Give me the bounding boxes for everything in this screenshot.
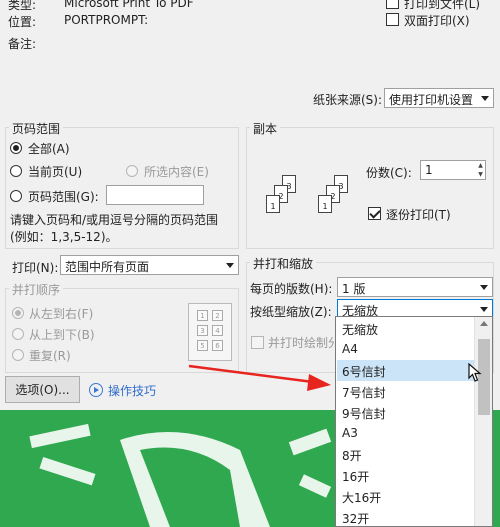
collate-label: 逐份打印(T) [386,208,451,222]
printer-location-value: PORTPROMPT: [64,13,149,27]
range-selection-label: 所选内容(E) [144,165,209,179]
mouse-cursor-icon [468,363,482,382]
order-top-bottom-label: 从上到下(B) [29,328,95,342]
dropdown-item[interactable]: A3 [342,426,358,440]
order-repeat-label: 重复(R) [29,349,71,363]
print-to-file-checkbox[interactable] [386,0,399,9]
dropdown-item[interactable]: 9号信封 [342,405,386,422]
print-to-file-label: 打印到文件(L) [404,0,481,11]
red-arrow-icon [188,364,331,391]
print-order-title: 并打顺序 [9,281,64,298]
order-left-right-radio [12,307,24,319]
range-all-label: 全部(A) [28,142,70,156]
copies-title: 副本 [250,120,281,137]
tips-link[interactable]: 操作技巧 [108,382,156,399]
printer-type-label: 类型: [8,0,37,12]
dropdown-item[interactable]: 7号信封 [342,384,386,401]
range-selection-radio [126,165,138,177]
paper-source-value: 使用打印机设置 [389,93,474,107]
paper-source-select[interactable]: 使用打印机设置 [384,88,494,108]
page-range-input[interactable] [106,185,204,205]
order-repeat-radio [12,349,24,361]
printer-comment-label: 备注: [8,37,37,51]
range-current-label: 当前页(U) [28,165,83,179]
dropdown-item[interactable]: 无缩放 [342,321,378,338]
collate-checkbox[interactable] [368,207,381,220]
chevron-down-icon [480,307,488,312]
scroll-up-icon[interactable] [480,321,488,326]
dropdown-item[interactable]: 32开 [342,510,369,527]
print-what-value: 范围中所有页面 [65,260,150,274]
options-button[interactable]: 选项(O)... [5,376,80,403]
chevron-down-icon [480,285,488,290]
paper-source-label: 纸张来源(S): [313,93,383,107]
copies-spinner-icon[interactable]: ▲ ▼ [476,161,485,179]
page-range-hint-2: (例如：1,3,5-12)。 [10,230,118,244]
zoom-title: 并打和缩放 [250,255,317,272]
duplex-checkbox[interactable] [386,13,399,26]
print-what-label: 打印(N): [12,261,59,275]
page-range-title: 页码范围 [9,120,64,137]
copies-count-value: 1 [425,163,433,177]
order-top-bottom-radio [12,328,24,340]
printer-type-value: Microsoft Print To PDF [64,0,194,10]
range-pages-label: 页码范围(G): [28,190,99,204]
print-order-preview-icon: 1 2 3 4 5 6 [188,303,232,361]
range-all-radio[interactable] [10,142,22,154]
draw-borders-label-clip: 并打时绘制分隔线 [268,334,334,351]
pages-per-sheet-label: 每页的版数(H): [250,282,333,296]
pages-per-sheet-value: 1 版 [342,282,366,296]
pages-per-sheet-select[interactable]: 1 版 [337,277,493,297]
range-current-radio[interactable] [10,165,22,177]
watermark: Bai 经验 [380,486,442,504]
page-range-hint-1: 请键入页码和/或用逗号分隔的页码范围 [10,213,219,227]
chevron-down-icon [481,96,489,101]
draw-borders-checkbox [251,336,264,349]
chevron-down-icon [226,263,234,268]
order-left-right-label: 从左到右(F) [29,307,94,321]
dropdown-scrollbar[interactable] [474,317,492,526]
dropdown-item[interactable]: A4 [342,342,358,356]
print-what-select[interactable]: 范围中所有页面 [60,255,239,275]
dropdown-item[interactable]: 8开 [342,447,362,464]
duplex-label: 双面打印(X) [404,14,470,28]
range-pages-radio[interactable] [10,190,22,202]
dropdown-item[interactable]: 大16开 [342,489,381,506]
copies-count-label: 份数(C): [366,166,412,180]
scale-label: 按纸型缩放(Z): [250,305,332,319]
dropdown-item[interactable]: 16开 [342,468,369,485]
printer-location-label: 位置: [8,15,37,29]
dropdown-item[interactable]: 6号信封 [342,363,386,380]
play-icon[interactable] [89,383,103,397]
draw-borders-label: 并打时绘制分隔线 [268,336,334,350]
